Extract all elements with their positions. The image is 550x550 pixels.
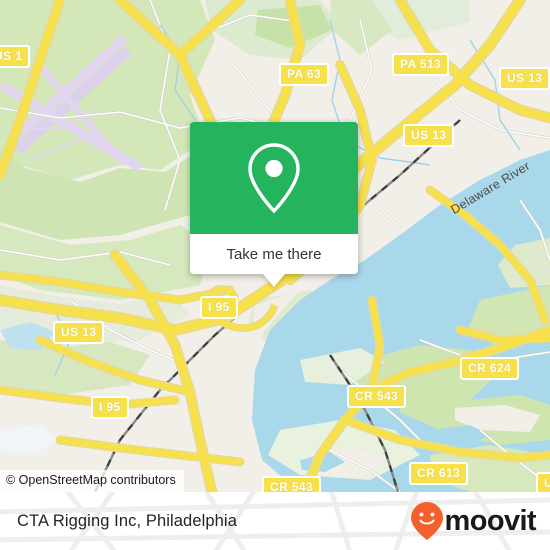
moovit-logo[interactable]: moovit (410, 501, 537, 541)
road-shield-us-1[interactable]: US 1 (0, 45, 31, 68)
screenshot-root: Delaware River US 1 PA 63 PA 513 US 13 U… (0, 0, 550, 550)
map-pin-icon (248, 143, 300, 214)
take-me-there-label: Take me there (226, 245, 322, 263)
road-shield-cr-624[interactable]: CR 624 (460, 357, 520, 380)
road-shield-cr-543-s[interactable]: CR 543 (262, 476, 322, 492)
road-shield-cr-543-e[interactable]: CR 543 (347, 385, 407, 408)
location-popup-card[interactable]: Take me there (190, 122, 358, 287)
moovit-pin-smiley-icon (410, 502, 443, 540)
moovit-wordmark: moovit (444, 504, 537, 537)
road-shield-i-95-n[interactable]: I 95 (200, 296, 238, 319)
road-shield-pa-63[interactable]: PA 63 (279, 63, 330, 86)
popup-pin-area (190, 122, 358, 234)
road-shield-us-13-se[interactable]: US 13 (536, 472, 550, 492)
osm-attribution[interactable]: © OpenStreetMap contributors (0, 470, 184, 492)
footer-bar: CTA Rigging Inc, Philadelphia moovit (0, 492, 550, 550)
road-shield-cr-613[interactable]: CR 613 (409, 462, 469, 485)
page-title: CTA Rigging Inc, Philadelphia (17, 511, 237, 530)
popup-pointer (263, 274, 285, 287)
road-shield-pa-513[interactable]: PA 513 (392, 53, 450, 76)
road-shield-us-13-ne[interactable]: US 13 (499, 67, 550, 90)
road-shield-us-13-w[interactable]: US 13 (53, 321, 105, 344)
road-shield-i-95-s[interactable]: I 95 (91, 396, 129, 419)
road-shield-us-13-e[interactable]: US 13 (403, 124, 455, 147)
take-me-there-button[interactable]: Take me there (190, 234, 358, 287)
